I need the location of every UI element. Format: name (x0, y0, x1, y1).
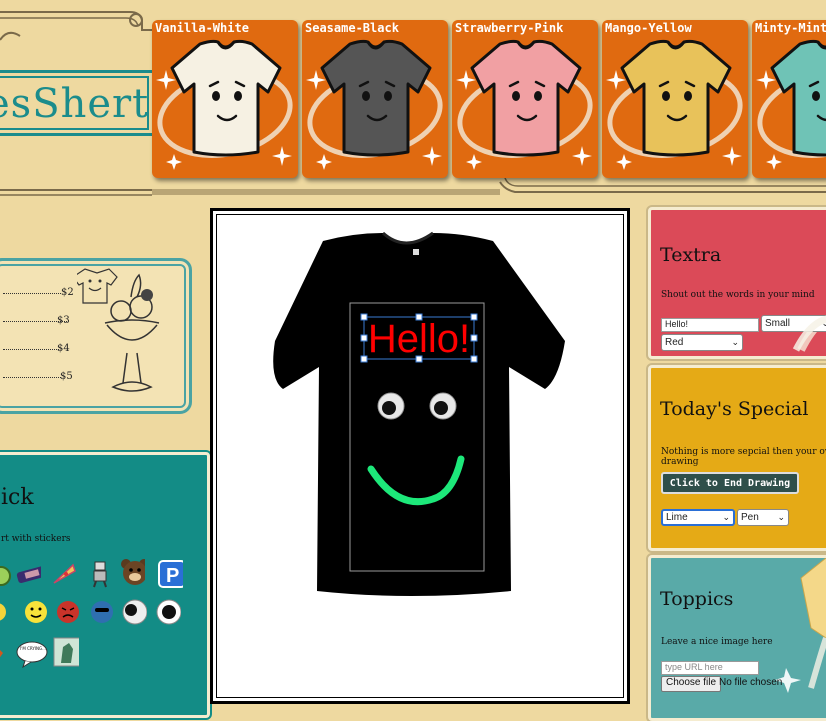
brush-color-value: Lime (666, 512, 688, 523)
file-status-text: No file chosen (719, 677, 783, 688)
svg-text:P: P (166, 565, 179, 587)
googly-eye-large-sticker[interactable] (155, 599, 181, 625)
googly-eye-left[interactable] (377, 392, 405, 420)
sticker-panel-subtitle: rt with stickers (1, 534, 71, 544)
shirt-card-minty-mint[interactable]: Minty-Mint (752, 20, 826, 178)
chevron-down-icon: ⌄ (731, 337, 739, 347)
robot-sticker[interactable] (87, 561, 113, 588)
shirt-card-strawberry-pink[interactable]: Strawberry-Pink (452, 20, 598, 178)
shirt-card-label: Minty-Mint (755, 21, 826, 35)
tshirt-preview-body (273, 233, 565, 596)
design-canvas[interactable]: Hello! (210, 208, 630, 704)
swirl-decoration-icon (792, 315, 826, 352)
tshirt-icon (456, 39, 593, 170)
cool-face-sticker[interactable] (89, 599, 115, 625)
tshirt-icon (606, 39, 743, 170)
image-panel-subtitle: Leave a nice image here (661, 637, 773, 647)
shirt-card-seasame-black[interactable]: Seasame-Black (302, 20, 448, 178)
image-url-input[interactable]: type URL here (661, 661, 759, 675)
im-crying-bubble-sticker[interactable]: I'M CRYING... (15, 639, 49, 669)
menu-price: $5 (60, 371, 73, 382)
chevron-down-icon: ⌄ (777, 512, 785, 522)
candy-bar-sticker[interactable] (15, 561, 41, 587)
smiley-sticker[interactable] (23, 599, 49, 625)
drawing-panel-subtitle: Nothing is more sepcial then your own dr… (661, 447, 826, 467)
end-drawing-button[interactable]: Click to End Drawing (661, 472, 799, 494)
canvas-text-layer[interactable]: Hello! (368, 317, 470, 361)
sticker-panel: ick rt with stickers P I'M CRYING... (0, 452, 210, 718)
shirt-card-label: Strawberry-Pink (455, 21, 564, 35)
brand-title: esShert (0, 81, 150, 127)
choose-file-button[interactable]: Choose file (661, 676, 722, 692)
brush-color-select[interactable]: Lime ⌄ (661, 509, 735, 526)
menu-price: $4 (57, 343, 70, 354)
tshirt-icon (756, 39, 826, 170)
shirt-card-label: Mango-Yellow (605, 21, 692, 35)
textra-title: Textra (660, 244, 722, 266)
drawing-panel: Today's Special Nothing is more sepcial … (648, 365, 826, 551)
menu-price: $2 (61, 287, 74, 298)
pizza-slice-sticker[interactable] (51, 561, 77, 587)
shirt-card-mango-yellow[interactable]: Mango-Yellow (602, 20, 748, 178)
sticker-bubble-text: I'M CRYING... (20, 646, 46, 651)
brush-tool-value: Pen (741, 512, 759, 523)
drawing-panel-title: Today's Special (660, 398, 809, 420)
image-upload-panel: Toppics Leave a nice image here type URL… (648, 555, 826, 721)
googly-eye-sticker[interactable] (121, 599, 147, 625)
text-input[interactable]: Hello! (661, 318, 759, 332)
tshirt-preview: Hello! (273, 231, 565, 596)
tshirt-icon (156, 39, 293, 170)
menu-dotted-line (3, 349, 59, 350)
menu-dotted-line (3, 293, 61, 294)
shirt-card-label: Vanilla-White (155, 21, 249, 35)
statue-sticker[interactable] (53, 637, 79, 667)
shirt-card-label: Seasame-Black (305, 21, 399, 35)
menu-dotted-line (3, 377, 61, 378)
menu-price: $3 (57, 315, 70, 326)
parking-sign-sticker[interactable]: P (157, 560, 183, 588)
image-panel-title: Toppics (660, 588, 734, 610)
tshirt-tag (413, 249, 419, 255)
tshirt-icon (306, 39, 443, 170)
bear-sticker[interactable] (119, 559, 145, 585)
brush-tool-select[interactable]: Pen ⌄ (737, 509, 789, 526)
price-menu-board: $2 $3 $4 $5 (0, 258, 192, 414)
brand-logo[interactable]: esShert (0, 70, 155, 136)
text-color-value: Red (665, 337, 684, 348)
chevron-down-icon: ⌄ (722, 512, 730, 522)
sticker-panel-title: ick (1, 485, 34, 510)
shirt-card-vanilla-white[interactable]: Vanilla-White (152, 20, 298, 178)
googly-eye-right[interactable] (429, 392, 457, 420)
text-color-select[interactable]: Red ⌄ (661, 334, 743, 351)
emoji-sticker[interactable] (0, 599, 19, 625)
sundae-illustration-icon (77, 268, 160, 392)
angry-face-sticker[interactable] (55, 599, 81, 625)
